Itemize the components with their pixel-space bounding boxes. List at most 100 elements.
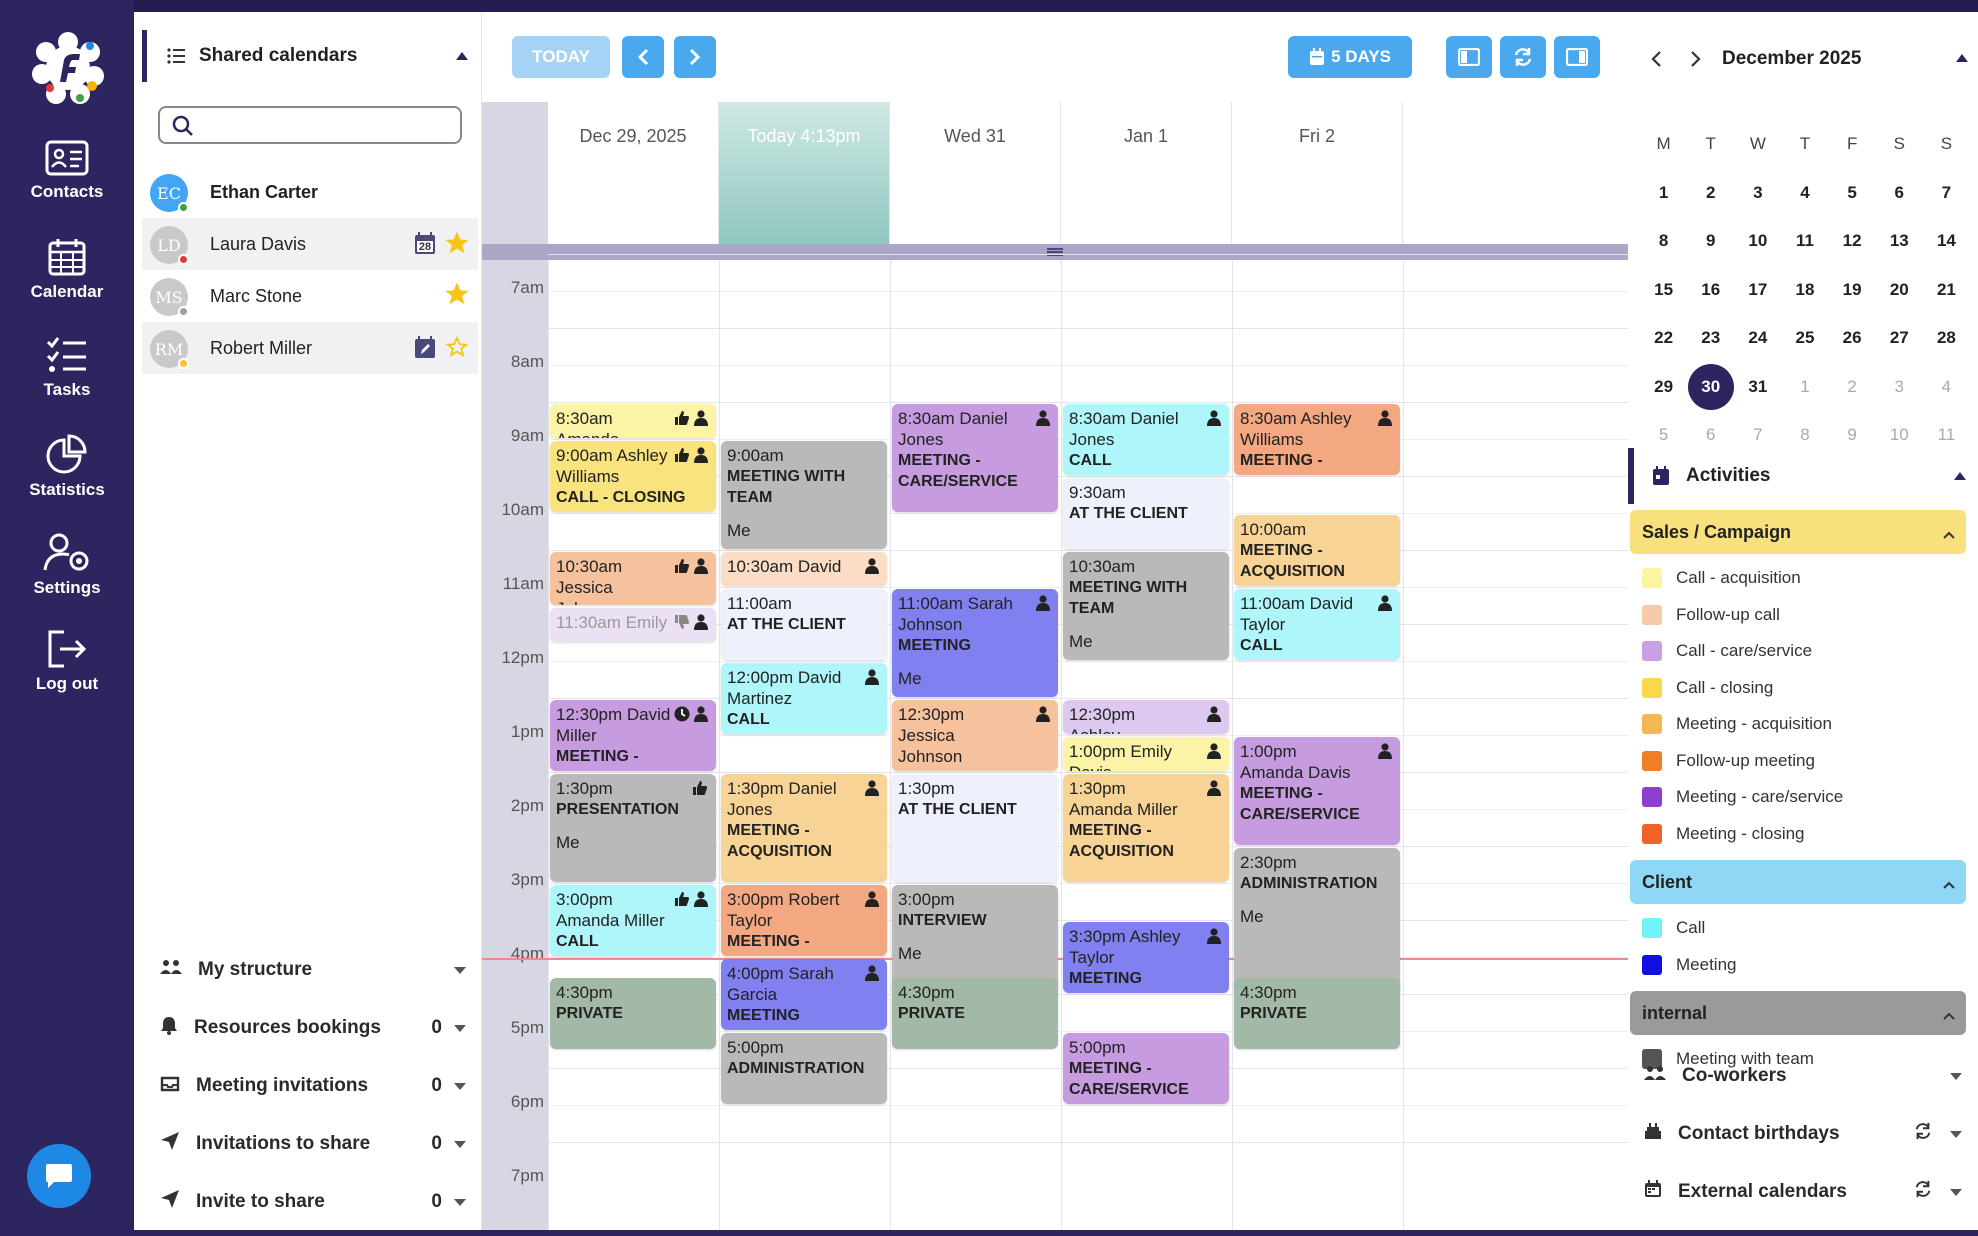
calendar-event[interactable]: 4:30pm PRIVATE	[550, 977, 716, 1049]
minical-day[interactable]: 6	[1876, 183, 1923, 203]
minical-day[interactable]: 22	[1640, 328, 1687, 348]
right-section-external-calendars[interactable]: External calendars	[1644, 1169, 1970, 1215]
day-header[interactable]: Fri 2	[1232, 102, 1403, 244]
minical-day[interactable]: 16	[1687, 280, 1734, 300]
left-section-my-structure[interactable]: My structure	[160, 947, 466, 993]
today-button[interactable]: TODAY	[512, 36, 610, 78]
minical-day[interactable]: 25	[1781, 328, 1828, 348]
calendar-event[interactable]: 1:30pm AT THE CLIENT	[892, 774, 1058, 882]
chevron-down-icon[interactable]	[454, 1024, 466, 1032]
calendar-event[interactable]: 10:00am MEETING - ACQUISITION	[1234, 515, 1400, 586]
activity-legend-item[interactable]: Call	[1642, 910, 1705, 946]
chevron-down-icon[interactable]	[1950, 1130, 1962, 1138]
minical-day[interactable]: 10	[1734, 231, 1781, 251]
calendar-event[interactable]: 9:30am AT THE CLIENT	[1063, 478, 1229, 549]
chevron-up-icon[interactable]	[1942, 524, 1956, 545]
activity-legend-item[interactable]: Follow-up call	[1642, 597, 1780, 633]
minical-day[interactable]: 3	[1734, 183, 1781, 203]
calendar-event[interactable]: 9:00am Ashley Williams CALL - CLOSING	[550, 441, 716, 512]
calendar-event[interactable]: 9:00am MEETING WITH TEAM Me	[721, 441, 887, 549]
right-section-contact-birthdays[interactable]: Contact birthdays	[1644, 1111, 1970, 1157]
minical-day[interactable]: 20	[1876, 280, 1923, 300]
next-button[interactable]	[674, 36, 716, 78]
calendar-event[interactable]: 8:30am Daniel Jones CALL	[1063, 404, 1229, 475]
app-logo[interactable]	[30, 30, 106, 106]
left-section-resources-bookings[interactable]: Resources bookings 0	[160, 1005, 466, 1051]
search-input[interactable]	[202, 112, 452, 138]
chevron-down-icon[interactable]	[454, 1082, 466, 1090]
shared-user-row[interactable]: LD Laura Davis 28	[142, 218, 478, 270]
prev-button[interactable]	[622, 36, 664, 78]
calendar-event[interactable]: 5:00pm ADMINISTRATION	[721, 1033, 887, 1104]
shared-user-row[interactable]: MS Marc Stone	[142, 270, 478, 322]
chat-button[interactable]	[27, 1144, 91, 1208]
calendar-event[interactable]: 3:00pm Robert Taylor MEETING - CLOSING	[721, 885, 887, 956]
activity-group-header[interactable]: Client	[1630, 860, 1966, 904]
calendar-event[interactable]: 4:30pm PRIVATE	[1234, 977, 1400, 1049]
minical-day[interactable]: 1	[1781, 377, 1828, 397]
selected-day[interactable]: 30	[1687, 363, 1734, 410]
star-icon[interactable]	[445, 335, 469, 363]
minical-day[interactable]: 4	[1923, 377, 1970, 397]
activities-header[interactable]: Activities	[1628, 448, 1978, 504]
chevron-left-icon[interactable]	[1650, 50, 1662, 68]
view-5days-button[interactable]: 5 DAYS	[1288, 36, 1412, 78]
activities-collapse-icon[interactable]	[1954, 472, 1966, 480]
minical-day[interactable]: 18	[1781, 280, 1828, 300]
minical-day[interactable]: 10	[1876, 425, 1923, 445]
activity-legend-item[interactable]: Meeting - closing	[1642, 816, 1805, 852]
calendar-event[interactable]: 11:00am David Taylor CALL	[1234, 589, 1400, 660]
minical-collapse-icon[interactable]	[1956, 54, 1968, 62]
chevron-down-icon[interactable]	[454, 1140, 466, 1148]
minical-day[interactable]: 19	[1829, 280, 1876, 300]
chevron-right-icon[interactable]	[1690, 50, 1702, 68]
minical-day[interactable]: 9	[1687, 231, 1734, 251]
chevron-down-icon[interactable]	[454, 966, 466, 974]
activity-legend-item[interactable]: Meeting	[1642, 947, 1736, 983]
minical-day[interactable]: 15	[1640, 280, 1687, 300]
day-header[interactable]: Jan 1	[1061, 102, 1232, 244]
calendar-event[interactable]: 8:30am Ashley Williams MEETING - CLOSING	[1234, 404, 1400, 475]
calendar-event[interactable]: 12:00pm David Martinez CALL	[721, 663, 887, 734]
refresh-icon[interactable]	[1914, 1180, 1932, 1204]
minical-day[interactable]: 2	[1687, 183, 1734, 203]
activity-legend-item[interactable]: Meeting - acquisition	[1642, 706, 1832, 742]
minical-day[interactable]: 8	[1640, 231, 1687, 251]
minical-day[interactable]: 7	[1734, 425, 1781, 445]
chevron-down-icon[interactable]	[1950, 1072, 1962, 1080]
chevron-up-icon[interactable]	[1942, 1005, 1956, 1026]
search-field[interactable]	[158, 106, 462, 144]
chevron-up-icon[interactable]	[1942, 874, 1956, 895]
minical-day[interactable]: 8	[1781, 425, 1828, 445]
calendar-event[interactable]: 11:30am Emily	[550, 607, 716, 642]
left-section-invitations-to-share[interactable]: Invitations to share 0	[160, 1121, 466, 1167]
activity-group-header[interactable]: Sales / Campaign	[1630, 510, 1966, 554]
calendar-event[interactable]: 12:30pm David Miller MEETING -	[550, 700, 716, 771]
left-section-invite-to-share[interactable]: Invite to share 0	[160, 1179, 466, 1225]
day-header[interactable]: Wed 31	[890, 102, 1061, 244]
minical-title[interactable]: December 2025	[1722, 48, 1861, 70]
minical-day[interactable]: 1	[1640, 183, 1687, 203]
chevron-down-icon[interactable]	[1950, 1188, 1962, 1196]
minical-day[interactable]: 5	[1640, 425, 1687, 445]
minical-day[interactable]: 4	[1781, 183, 1828, 203]
minical-day[interactable]: 3	[1876, 377, 1923, 397]
minical-day[interactable]: 29	[1640, 377, 1687, 397]
nav-calendar[interactable]: Calendar	[0, 238, 134, 302]
activity-legend-item[interactable]: Call - closing	[1642, 670, 1773, 706]
calendar-event[interactable]: 3:30pm Ashley Taylor MEETING	[1063, 922, 1229, 993]
right-section-co-workers[interactable]: Co-workers	[1644, 1053, 1970, 1099]
day-header[interactable]: Dec 29, 2025	[548, 102, 719, 244]
minical-day[interactable]: 6	[1687, 425, 1734, 445]
left-section-meeting-invitations[interactable]: Meeting invitations 0	[160, 1063, 466, 1109]
shared-user-row[interactable]: EC Ethan Carter	[142, 166, 478, 218]
calendar-event[interactable]: 1:30pm Daniel Jones MEETING - ACQUISITION	[721, 774, 887, 882]
calendar-event[interactable]: 10:30am Jessica JohnsonFOLLOW-UP MEETING	[550, 552, 716, 605]
calendar-event[interactable]: 4:00pm Sarah Garcia MEETING	[721, 959, 887, 1030]
activity-group-header[interactable]: internal	[1630, 991, 1966, 1035]
calendar-event[interactable]: 1:30pm PRESENTATION Me	[550, 774, 716, 882]
refresh-icon[interactable]	[1914, 1122, 1932, 1146]
minical-day[interactable]: 11	[1923, 425, 1970, 445]
calendar-event[interactable]: 11:00am Sarah Johnson MEETING Me	[892, 589, 1058, 697]
day-header[interactable]: Today 4:13pm	[719, 102, 890, 244]
